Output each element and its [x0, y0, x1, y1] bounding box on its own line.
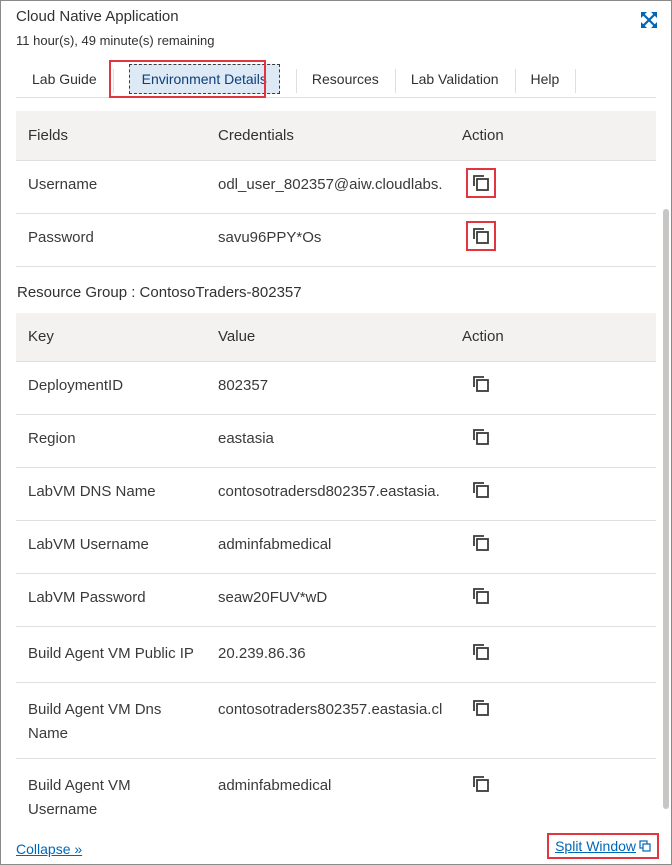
column-header: Credentials [206, 111, 450, 161]
copy-icon[interactable] [471, 480, 491, 500]
tab-resources[interactable]: Resources [295, 60, 395, 97]
active-tab-highlight [109, 60, 266, 98]
table-header-row: Fields Credentials Action [16, 111, 656, 161]
credentials-table: Fields Credentials Action Username odl_u… [16, 111, 656, 267]
column-header: Key [16, 312, 206, 362]
resource-key: LabVM Password [16, 573, 206, 627]
table-row: Username odl_user_802357@aiw.cloudlabs. [16, 160, 656, 214]
tab-help[interactable]: Help [514, 60, 576, 97]
credential-value: odl_user_802357@aiw.cloudlabs. [206, 160, 450, 214]
split-window-icon [639, 840, 651, 852]
resource-key: Region [16, 414, 206, 468]
column-header: Value [206, 312, 450, 362]
table-row: Password savu96PPY*Os [16, 213, 656, 267]
copy-icon[interactable] [471, 533, 491, 553]
tab-label: Lab Guide [32, 70, 97, 87]
scrollbar[interactable] [663, 111, 669, 831]
copy-icon[interactable] [471, 586, 491, 606]
copy-icon[interactable] [466, 220, 496, 251]
copy-icon[interactable] [471, 698, 491, 718]
copy-icon[interactable] [471, 427, 491, 447]
resource-group-title: Resource Group : ContosoTraders-802357 [17, 283, 302, 301]
resource-value: adminfabmedical [206, 758, 450, 831]
resource-key: LabVM Username [16, 520, 206, 574]
app-title: Cloud Native Application [16, 8, 179, 25]
column-header: Action [450, 312, 656, 362]
field-name: Password [16, 213, 206, 267]
table-row: Build Agent VM Username adminfabmedical [16, 758, 656, 831]
table-row: LabVM Password seaw20FUV*wD [16, 573, 656, 627]
tab-lab-validation[interactable]: Lab Validation [394, 60, 515, 97]
resource-value: eastasia [206, 414, 450, 468]
resource-key: Build Agent VM Username [16, 758, 206, 831]
time-remaining: 11 hour(s), 49 minute(s) remaining [16, 33, 215, 48]
table-row: DeploymentID 802357 [16, 361, 656, 415]
column-header: Fields [16, 111, 206, 161]
expand-arrows-icon[interactable] [640, 11, 658, 29]
copy-icon[interactable] [471, 642, 491, 662]
table-row: LabVM Username adminfabmedical [16, 520, 656, 574]
resource-value: seaw20FUV*wD [206, 573, 450, 627]
copy-icon[interactable] [471, 374, 491, 394]
copy-icon[interactable] [466, 167, 496, 198]
split-window-button[interactable]: Split Window [547, 833, 659, 859]
tab-label: Lab Validation [410, 70, 499, 87]
tab-label: Resources [311, 70, 379, 87]
resource-value: contosotradersd802357.eastasia. [206, 467, 450, 521]
resource-key: Build Agent VM Dns Name [16, 682, 206, 759]
scroll-thumb[interactable] [663, 209, 669, 809]
credential-value: savu96PPY*Os [206, 213, 450, 267]
split-window-label: Split Window [555, 838, 636, 854]
resource-value: contosotraders802357.eastasia.cl [206, 682, 450, 759]
table-row: Build Agent VM Dns Name contosotraders80… [16, 682, 656, 759]
resource-table: Key Value Action DeploymentID 802357 Reg… [16, 312, 656, 831]
resource-key: LabVM DNS Name [16, 467, 206, 521]
copy-icon[interactable] [471, 774, 491, 794]
table-row: Build Agent VM Public IP 20.239.86.36 [16, 626, 656, 683]
resource-key: Build Agent VM Public IP [16, 626, 206, 683]
environment-details-content: Fields Credentials Action Username odl_u… [16, 111, 656, 831]
field-name: Username [16, 160, 206, 214]
table-row: Region eastasia [16, 414, 656, 468]
resource-key: DeploymentID [16, 361, 206, 415]
table-header-row: Key Value Action [16, 312, 656, 362]
table-row: LabVM DNS Name contosotradersd802357.eas… [16, 467, 656, 521]
panel-header: Cloud Native Application 11 hour(s), 49 … [16, 7, 658, 49]
resource-value: 20.239.86.36 [206, 626, 450, 683]
collapse-link[interactable]: Collapse » [16, 841, 82, 857]
resource-value: 802357 [206, 361, 450, 415]
resource-value: adminfabmedical [206, 520, 450, 574]
column-header: Action [450, 111, 656, 161]
lab-panel: Cloud Native Application 11 hour(s), 49 … [0, 0, 672, 865]
tab-label: Help [530, 70, 560, 87]
tab-lab-guide[interactable]: Lab Guide [16, 60, 113, 97]
